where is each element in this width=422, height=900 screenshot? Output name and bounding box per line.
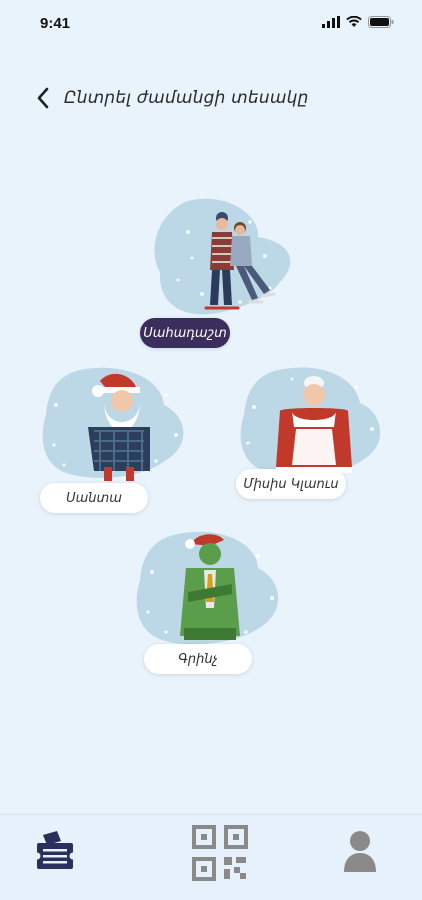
character-card-santa[interactable]: Սանտա [36,365,196,515]
status-bar: 9:41 [0,0,422,44]
skating-couple-illustration [204,212,276,310]
profile-icon [344,831,376,872]
wifi-icon [346,16,362,27]
character-label-skating: Սահադաշտ [140,318,230,348]
page-title: Ընտրել ժամանցի տեսակը [64,88,309,108]
character-label-mrs-claus: Միսիս Կլաուս [236,469,346,499]
character-card-mrs-claus[interactable]: Միսիս Կլաուս [232,365,392,515]
nav-profile[interactable] [336,827,384,875]
qr-code-icon [192,825,248,881]
grinch-illustration [180,534,240,640]
page-header: Ընտրել ժամանցի տեսակը [0,78,422,118]
status-icons [322,16,394,28]
chevron-left-icon [37,87,49,109]
signal-icon [322,16,340,28]
character-card-grinch[interactable]: Գրինչ [130,528,290,678]
status-time: 9:41 [40,15,71,32]
battery-icon [368,16,394,28]
santa-illustration [88,373,150,481]
tickets-icon [35,831,77,869]
bottom-nav [0,814,422,900]
nav-tickets[interactable] [32,827,80,875]
character-label-grinch: Գրինչ [144,644,252,674]
character-label-santa: Սանտա [40,483,148,513]
character-card-skating[interactable]: Սահադաշտ [140,192,310,352]
mrs-claus-illustration [276,376,352,473]
back-button[interactable] [28,80,58,116]
nav-qr-code[interactable] [188,821,252,885]
